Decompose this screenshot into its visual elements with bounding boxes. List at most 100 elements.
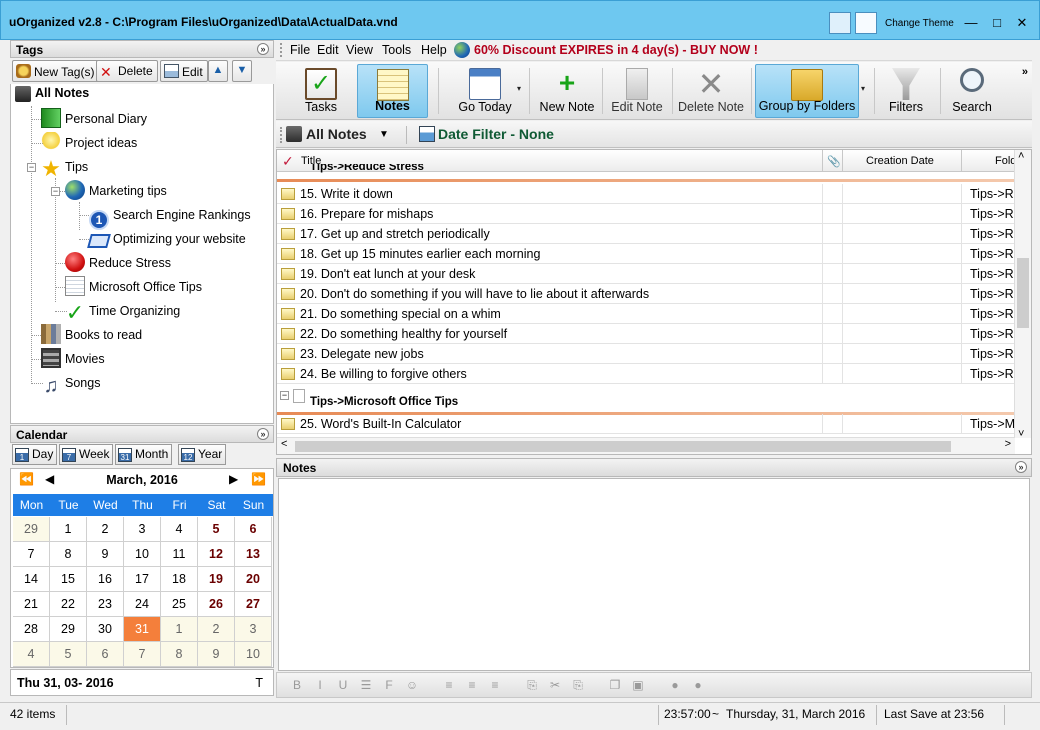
- align-left-icon[interactable]: ≡: [441, 678, 457, 694]
- menu-file[interactable]: File: [290, 43, 310, 57]
- calendar-day[interactable]: 4: [161, 517, 198, 542]
- go-today-dropdown-icon[interactable]: ▾: [517, 84, 521, 93]
- notes-scope-selector[interactable]: All Notes: [306, 126, 367, 142]
- calendar-day[interactable]: 30: [87, 617, 124, 642]
- calendar-day[interactable]: 9: [87, 542, 124, 567]
- calendar-day[interactable]: 7: [124, 642, 161, 667]
- tasks-button[interactable]: ✓ Tasks: [298, 64, 344, 118]
- discount-link[interactable]: 60% Discount EXPIRES in 4 day(s) - BUY N…: [474, 43, 758, 57]
- calendar-day[interactable]: 5: [50, 642, 87, 667]
- cut-icon[interactable]: ✂: [547, 678, 563, 694]
- calendar-day[interactable]: 23: [87, 592, 124, 617]
- table-row[interactable]: 18. Get up 15 minutes earlier each morni…: [277, 244, 1015, 264]
- tree-item-songs[interactable]: ♫ Songs: [41, 372, 101, 396]
- tree-item-marketing-tips[interactable]: Marketing tips: [65, 180, 167, 202]
- year-view-button[interactable]: 12 Year: [178, 444, 227, 465]
- calendar-day[interactable]: 3: [124, 517, 161, 542]
- calendar-day[interactable]: 24: [124, 592, 161, 617]
- bold-icon[interactable]: B: [289, 678, 305, 694]
- marketing-expander[interactable]: −: [51, 187, 60, 196]
- menu-view[interactable]: View: [346, 43, 373, 57]
- move-down-button[interactable]: ▼: [232, 60, 252, 82]
- calendar-day[interactable]: 14: [13, 567, 50, 592]
- font-icon[interactable]: F: [381, 678, 397, 694]
- calendar-day[interactable]: 15: [50, 567, 87, 592]
- undo-icon[interactable]: ●: [667, 678, 683, 694]
- align-right-icon[interactable]: ≡: [487, 678, 503, 694]
- scroll-down-icon[interactable]: ˅: [1018, 428, 1024, 440]
- table-row[interactable]: 19. Don't eat lunch at your desk Tips->R: [277, 264, 1015, 284]
- filters-button[interactable]: Filters: [880, 64, 932, 118]
- calendar-day[interactable]: 10: [124, 542, 161, 567]
- calendar-day[interactable]: 25: [161, 592, 198, 617]
- calendar-day[interactable]: 9: [198, 642, 235, 667]
- edit-note-button[interactable]: Edit Note: [604, 64, 670, 118]
- calendar-day[interactable]: 8: [50, 542, 87, 567]
- calendar-day[interactable]: 1: [161, 617, 198, 642]
- calendar-day[interactable]: 5: [198, 517, 235, 542]
- toolbar-overflow-icon[interactable]: »: [1022, 66, 1028, 78]
- last-month-icon[interactable]: ⏩: [251, 472, 266, 486]
- scope-dropdown-icon[interactable]: ▼: [379, 129, 389, 140]
- table-row[interactable]: 15. Write it down Tips->R: [277, 184, 1015, 204]
- emoji-icon[interactable]: ☺: [404, 678, 420, 694]
- tree-item-tips[interactable]: ★ Tips: [41, 156, 88, 180]
- calendar-day[interactable]: 11: [161, 542, 198, 567]
- table-row[interactable]: 21. Do something special on a whim Tips->…: [277, 304, 1015, 324]
- search-button[interactable]: Search: [946, 64, 998, 118]
- scroll-up-icon[interactable]: ˄: [1018, 150, 1024, 162]
- note-editor[interactable]: [278, 478, 1030, 671]
- table-row[interactable]: 20. Don't do something if you will have …: [277, 284, 1015, 304]
- table-row[interactable]: 22. Do something healthy for yourself Tip…: [277, 324, 1015, 344]
- tree-item-optimizing-website[interactable]: Optimizing your website: [87, 228, 246, 250]
- calendar-day[interactable]: 6: [235, 517, 272, 542]
- tree-item-microsoft-office-tips[interactable]: Microsoft Office Tips: [65, 276, 202, 298]
- calendar-collapse-icon[interactable]: »: [257, 428, 269, 440]
- menu-help[interactable]: Help: [421, 43, 447, 57]
- calendar-day[interactable]: 3: [235, 617, 272, 642]
- paste-icon[interactable]: ⎘: [570, 678, 586, 694]
- calendar-day[interactable]: 19: [198, 567, 235, 592]
- calendar-day[interactable]: 16: [87, 567, 124, 592]
- underline-icon[interactable]: U: [335, 678, 351, 694]
- tree-item-movies[interactable]: Movies: [41, 348, 105, 370]
- minimize-button[interactable]: —: [957, 13, 985, 33]
- italic-icon[interactable]: I: [312, 678, 328, 694]
- table-row[interactable]: 16. Prepare for mishaps Tips->R: [277, 204, 1015, 224]
- calendar-day[interactable]: 29: [50, 617, 87, 642]
- calendar-day[interactable]: 20: [235, 567, 272, 592]
- menu-tools[interactable]: Tools: [382, 43, 411, 57]
- tree-item-time-organizing[interactable]: ✓ Time Organizing: [65, 300, 180, 324]
- menu-edit[interactable]: Edit: [317, 43, 339, 57]
- tips-expander[interactable]: −: [27, 163, 36, 172]
- calendar-day[interactable]: 13: [235, 542, 272, 567]
- redo-icon[interactable]: ●: [690, 678, 706, 694]
- delete-note-button[interactable]: ✕ Delete Note: [674, 64, 748, 118]
- tags-collapse-icon[interactable]: »: [257, 43, 269, 55]
- calendar-day[interactable]: 18: [161, 567, 198, 592]
- notes-collapse-icon[interactable]: »: [1015, 461, 1027, 473]
- align-center-icon[interactable]: ≡: [464, 678, 480, 694]
- table-row[interactable]: 25. Word's Built-In Calculator Tips->M: [277, 414, 1015, 434]
- calendar-day[interactable]: 26: [198, 592, 235, 617]
- group-header-office-tips[interactable]: − Tips->Microsoft Office Tips: [277, 385, 1015, 415]
- tree-item-search-engine-rankings[interactable]: 1 Search Engine Rankings: [89, 204, 251, 230]
- calendar-day[interactable]: 31: [124, 617, 161, 642]
- calendar-day[interactable]: 1: [50, 517, 87, 542]
- grid-horizontal-scrollbar[interactable]: ˂ ˃: [277, 437, 1015, 454]
- tree-item-books-to-read[interactable]: Books to read: [41, 324, 142, 346]
- calendar-day[interactable]: 27: [235, 592, 272, 617]
- today-button[interactable]: T: [255, 676, 263, 690]
- list-icon[interactable]: ☰: [358, 678, 374, 694]
- copy-icon[interactable]: ⎘: [524, 678, 540, 694]
- tree-item-reduce-stress[interactable]: Reduce Stress: [65, 252, 171, 274]
- calendar-day[interactable]: 2: [198, 617, 235, 642]
- tree-item-personal-diary[interactable]: Personal Diary: [41, 108, 147, 130]
- scroll-left-icon[interactable]: ˂: [281, 438, 287, 450]
- calendar-day[interactable]: 29: [13, 517, 50, 542]
- group-collapse-icon[interactable]: −: [280, 391, 289, 400]
- calendar-day[interactable]: 2: [87, 517, 124, 542]
- calendar-day[interactable]: 12: [198, 542, 235, 567]
- table-row[interactable]: 17. Get up and stretch periodically Tips-…: [277, 224, 1015, 244]
- calendar-day[interactable]: 17: [124, 567, 161, 592]
